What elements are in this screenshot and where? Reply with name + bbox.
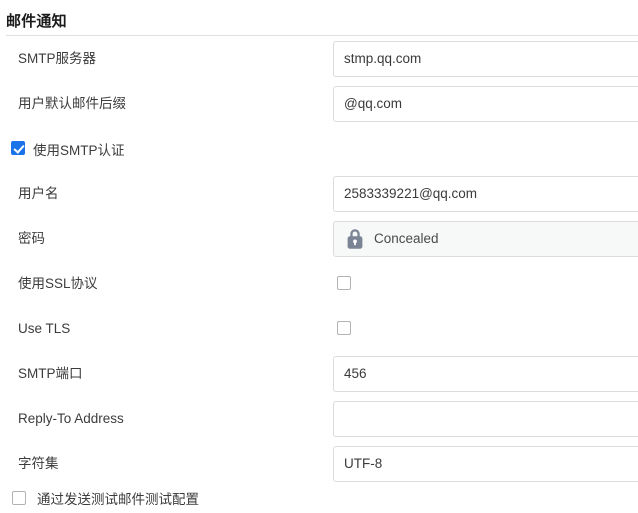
mail-notification-form: SMTP服务器 stmp.qq.com 用户默认邮件后缀 @qq.com 使用S… bbox=[0, 36, 638, 486]
form-row-use-tls: Use TLS bbox=[0, 306, 638, 351]
label-default-mail-suffix: 用户默认邮件后缀 bbox=[18, 95, 126, 111]
username-value: 2583339221@qq.com bbox=[344, 186, 478, 201]
username-input[interactable]: 2583339221@qq.com bbox=[333, 175, 638, 212]
form-row-use-smtp-auth: 使用SMTP认证 bbox=[0, 126, 638, 171]
charset-value: UTF-8 bbox=[344, 456, 383, 471]
lock-icon bbox=[347, 228, 363, 249]
default-mail-suffix-value: @qq.com bbox=[344, 96, 402, 111]
label-use-ssl: 使用SSL协议 bbox=[18, 275, 98, 291]
use-ssl-checkbox[interactable] bbox=[337, 275, 351, 293]
password-concealed-text: Concealed bbox=[374, 231, 439, 246]
checkbox-checked-icon bbox=[11, 141, 25, 156]
section-title: 邮件通知 bbox=[6, 13, 67, 30]
form-row-default-mail-suffix: 用户默认邮件后缀 @qq.com bbox=[0, 81, 638, 126]
form-row-password: 密码 Concealed bbox=[0, 216, 638, 261]
label-smtp-server: SMTP服务器 bbox=[18, 50, 97, 66]
label-username: 用户名 bbox=[18, 185, 59, 201]
charset-input[interactable]: UTF-8 bbox=[333, 445, 638, 482]
password-field[interactable]: Concealed bbox=[333, 220, 638, 257]
reply-to-address-input[interactable] bbox=[333, 400, 638, 437]
use-tls-checkbox[interactable] bbox=[337, 320, 351, 338]
test-config-checkbox[interactable]: 通过发送测试邮件测试配置 bbox=[12, 488, 199, 508]
label-use-smtp-auth: 使用SMTP认证 bbox=[33, 142, 125, 158]
checkbox-unchecked-icon bbox=[337, 276, 351, 291]
form-row-charset: 字符集 UTF-8 bbox=[0, 441, 638, 486]
form-row-smtp-port: SMTP端口 456 bbox=[0, 351, 638, 396]
checkbox-unchecked-icon bbox=[337, 321, 351, 336]
form-row-use-ssl: 使用SSL协议 bbox=[0, 261, 638, 306]
label-use-tls: Use TLS bbox=[18, 320, 71, 336]
smtp-server-value: stmp.qq.com bbox=[344, 51, 422, 66]
label-password: 密码 bbox=[18, 230, 45, 246]
smtp-port-value: 456 bbox=[344, 366, 367, 381]
label-reply-to-address: Reply-To Address bbox=[18, 410, 124, 426]
checkbox-unchecked-icon bbox=[12, 491, 26, 505]
smtp-port-input[interactable]: 456 bbox=[333, 355, 638, 392]
test-config-label: 通过发送测试邮件测试配置 bbox=[37, 492, 199, 507]
label-charset: 字符集 bbox=[18, 455, 59, 471]
form-row-smtp-server: SMTP服务器 stmp.qq.com bbox=[0, 36, 638, 81]
form-row-username: 用户名 2583339221@qq.com bbox=[0, 171, 638, 216]
form-row-reply-to-address: Reply-To Address bbox=[0, 396, 638, 441]
label-smtp-port: SMTP端口 bbox=[18, 365, 83, 381]
smtp-server-input[interactable]: stmp.qq.com bbox=[333, 40, 638, 77]
default-mail-suffix-input[interactable]: @qq.com bbox=[333, 85, 638, 122]
use-smtp-auth-checkbox[interactable] bbox=[11, 140, 25, 158]
